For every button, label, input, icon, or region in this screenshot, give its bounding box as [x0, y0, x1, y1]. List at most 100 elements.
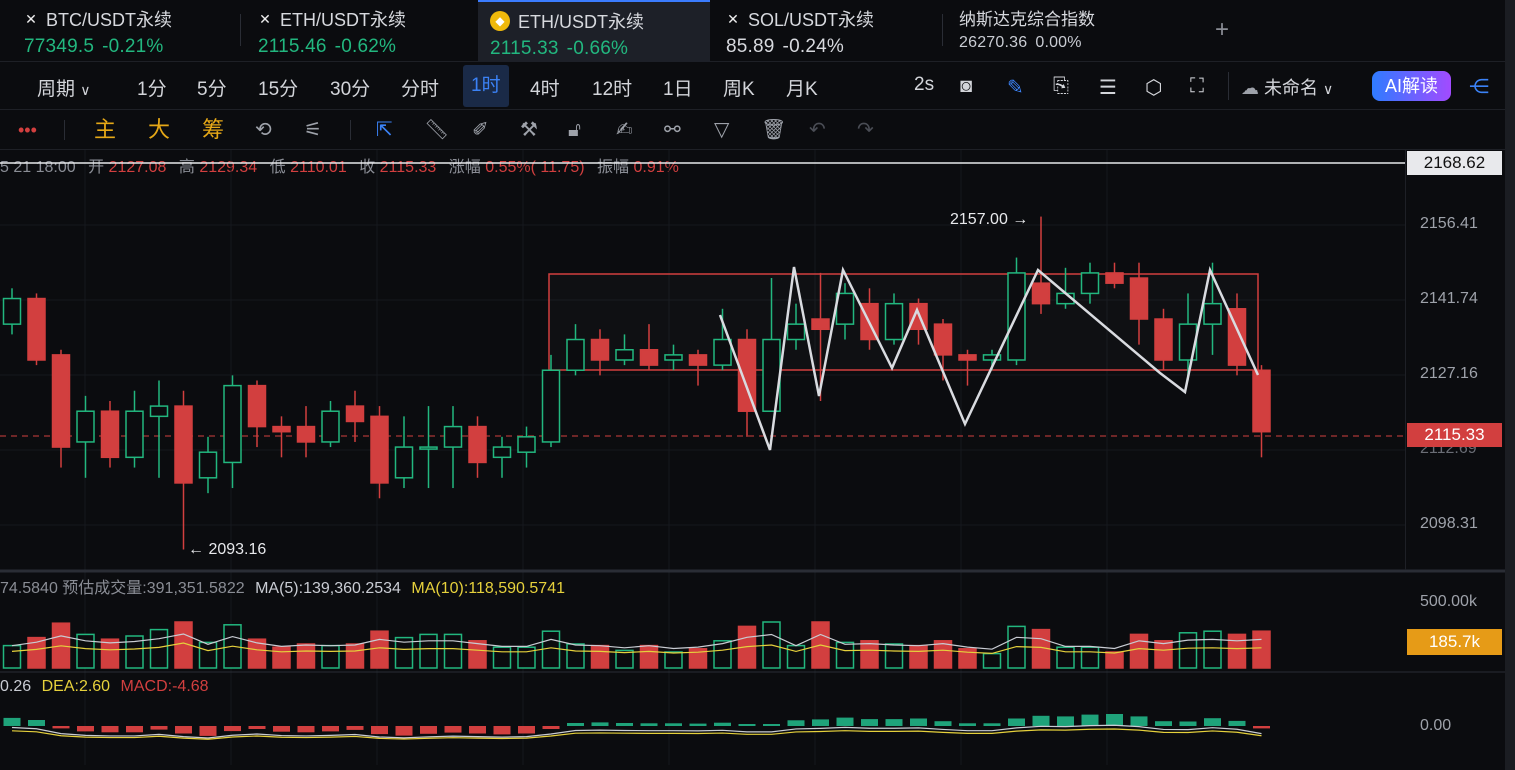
macd-bar: [689, 723, 707, 726]
volume-bar: [492, 646, 512, 669]
candle: [1105, 272, 1124, 284]
volume-bar: [1080, 646, 1100, 669]
price-axis[interactable]: [1405, 150, 1505, 570]
candle: [370, 415, 389, 484]
candle: [590, 338, 610, 361]
candle: [468, 425, 487, 464]
volume-bar: [1178, 632, 1198, 669]
macd-bar: [836, 717, 854, 726]
high-annotation: 2157.00 →: [950, 211, 1029, 228]
volume-bar: [1203, 630, 1222, 669]
volume-bar: [2, 644, 22, 669]
candle: [884, 302, 904, 341]
candle: [1178, 323, 1198, 361]
low-annotation: ← 2093.16: [188, 541, 267, 558]
candle: [1252, 369, 1271, 433]
volume-bar: [443, 633, 463, 669]
candle: [958, 354, 977, 361]
macd-bar: [28, 720, 45, 726]
macd-header: 0.26 DEA:2.60 MACD:-4.68: [0, 678, 209, 696]
volume-bar: [1105, 651, 1124, 669]
macd-bar: [542, 726, 560, 729]
macd-bar: [591, 722, 609, 726]
candle: [492, 446, 512, 459]
macd-bar: [1057, 716, 1074, 726]
candle: [149, 405, 169, 418]
macd-bar: [1130, 716, 1148, 726]
candle: [296, 425, 316, 443]
candle: [1080, 272, 1100, 295]
volume-bar: [198, 641, 218, 669]
macd-bar: [101, 726, 119, 733]
macd-bar: [77, 726, 94, 732]
horizontal-line-price-tag[interactable]: 2168.62: [1407, 151, 1502, 175]
volume-bar: [566, 643, 585, 669]
macd-bar: [861, 719, 878, 726]
macd-dif-line: [11, 724, 1262, 739]
candle: [345, 405, 365, 423]
macd-dif: 0.26: [0, 678, 32, 695]
macd-bar: [395, 726, 413, 736]
macd-bar: [126, 726, 143, 733]
candlestick-chart[interactable]: [0, 0, 1505, 770]
macd-bar: [199, 726, 217, 736]
macd-bar: [1032, 715, 1050, 726]
volume-value: 74.5840: [0, 580, 58, 597]
macd-bar: [1179, 721, 1197, 726]
macd-bar: [665, 723, 682, 726]
macd-bar: [420, 726, 437, 734]
volume-bar: [639, 644, 659, 669]
right-scrollbar[interactable]: [1505, 0, 1515, 770]
volume-bar: [272, 646, 291, 669]
volume-bar: [1252, 630, 1271, 669]
volume-bar: [321, 644, 340, 669]
volume-bar: [541, 630, 561, 669]
volume-bar: [884, 643, 904, 669]
volume-current-tag: 185.7k: [1407, 629, 1502, 655]
candle: [713, 338, 732, 366]
candle: [517, 436, 536, 453]
macd-bar: [812, 719, 829, 726]
volume-ma5: MA(5):139,360.2534: [255, 580, 401, 597]
macd-bar: [616, 723, 633, 726]
volume-bar: [1129, 633, 1149, 669]
macd-bar: [910, 718, 927, 726]
candle: [1203, 302, 1222, 325]
macd-bar: [444, 726, 462, 733]
macd-bar: [714, 722, 731, 726]
volume-bar: [296, 643, 316, 669]
candle: [786, 323, 806, 341]
volume-bar: [982, 652, 1002, 669]
volume-bar: [590, 644, 610, 669]
volume-bar: [664, 651, 683, 669]
volume-bar: [149, 628, 169, 669]
price-tick: 2127.16: [1420, 365, 1478, 382]
candle: [100, 410, 120, 459]
macd-bar: [1155, 721, 1172, 726]
candle: [394, 446, 414, 479]
current-price-tag: 2115.33: [1407, 423, 1502, 447]
candle: [1031, 282, 1051, 305]
price-tick: 2156.41: [1420, 215, 1478, 232]
macd-bar: [3, 717, 21, 726]
candle: [51, 354, 71, 448]
volume-bar: [835, 641, 855, 669]
macd-bar: [1204, 718, 1221, 726]
volume-bar: [345, 643, 365, 669]
macd-bar: [346, 726, 364, 730]
candle: [566, 338, 585, 371]
macd-bar: [150, 726, 168, 730]
candle: [247, 384, 267, 428]
volume-bar: [370, 630, 389, 669]
macd-bar: [469, 726, 486, 734]
candle: [321, 410, 340, 443]
volume-bar: [909, 644, 928, 669]
volume-bar: [1154, 640, 1173, 669]
macd-bar: [175, 726, 192, 734]
macd-bar: [983, 723, 1001, 726]
candle: [933, 323, 953, 356]
macd-bar: [371, 726, 388, 735]
candle: [688, 354, 708, 366]
macd-bar: [1106, 714, 1123, 726]
macd-bar: [248, 726, 266, 729]
